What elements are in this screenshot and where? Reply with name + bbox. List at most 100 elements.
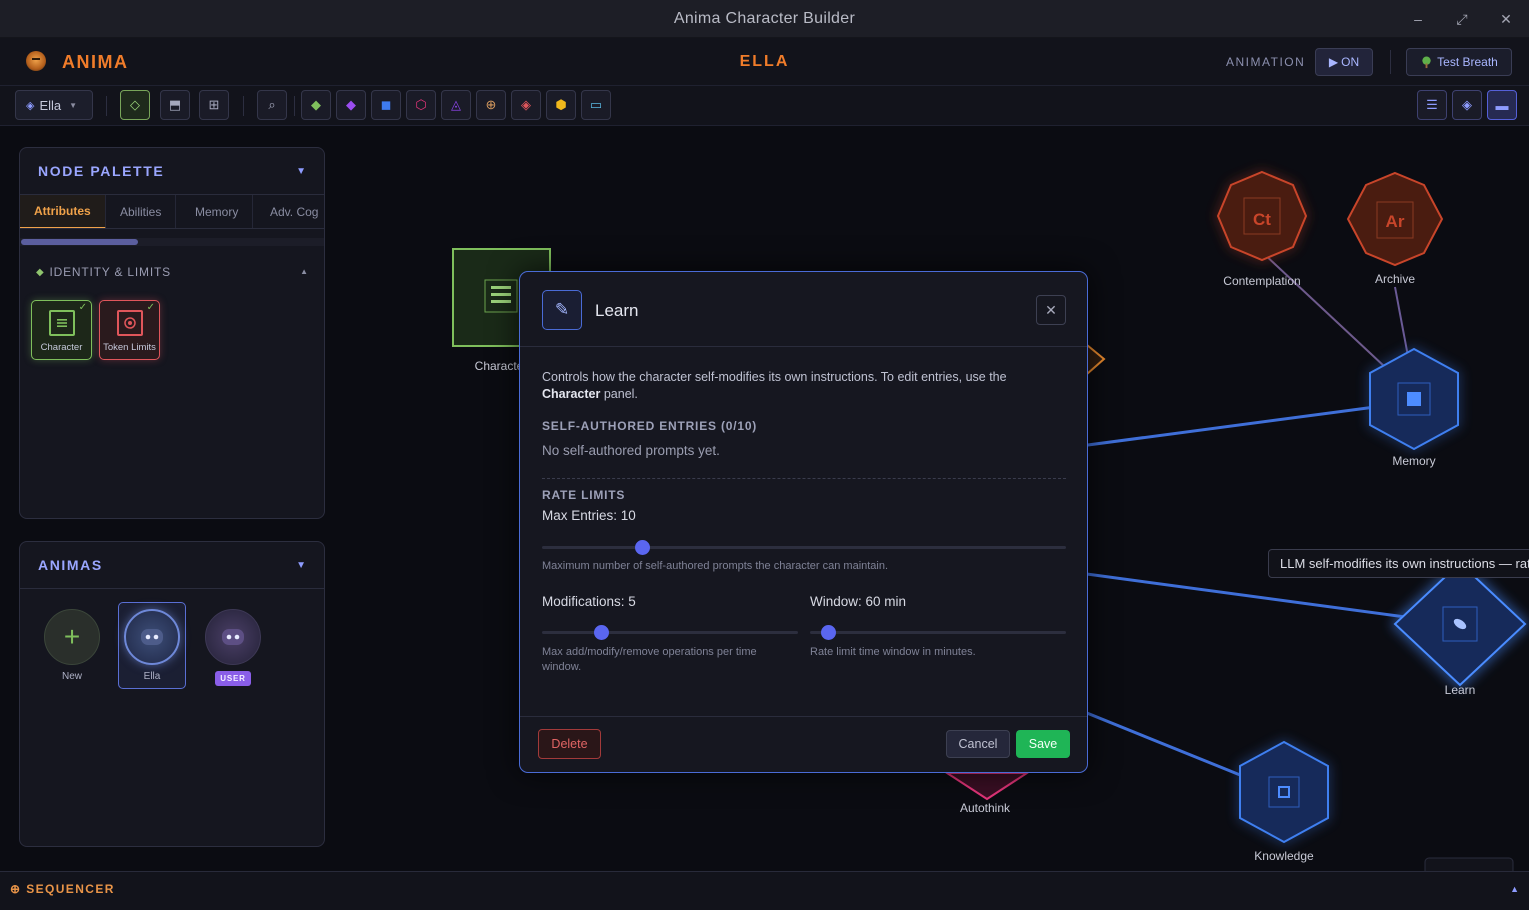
modifications-slider[interactable] [542,625,798,640]
anima-select[interactable]: ◈ Ella ▼ [15,90,93,120]
tree-icon [1422,55,1431,68]
purple-triangle-icon[interactable]: ◬ [441,90,471,120]
chevron-up-icon[interactable]: ▲ [300,267,308,276]
canvas-node-learn[interactable] [1391,559,1529,689]
user-badge: USER [215,671,251,686]
section-title: IDENTITY & LIMITS [49,265,171,279]
app-header: ANIMA ELLA ANIMATION ▶ ON Test Breath [0,38,1529,86]
scrollbar-thumb[interactable] [21,239,138,245]
crosshair-icon: ⊕ [10,882,27,896]
panel-title: ANIMAS [38,557,103,573]
max-entries-slider[interactable] [542,540,1066,555]
test-breath-label: Test Breath [1437,55,1498,69]
node-tooltip: LLM self-modifies its own instructions —… [1268,549,1529,578]
panel-icon[interactable]: ⬒ [160,90,190,120]
modifications-label: Modifications: 5 [542,594,636,609]
minimize-panel-icon[interactable]: ▬ [1487,90,1517,120]
canvas-node-archive[interactable]: Ar [1346,171,1444,267]
chevron-down-icon[interactable]: ▼ [296,560,306,571]
blue-square-icon[interactable]: ◼ [371,90,401,120]
canvas-node-knowledge[interactable] [1238,740,1330,844]
divider [520,346,1087,347]
window-slider[interactable] [810,625,1066,640]
check-icon: ✓ [78,302,87,313]
anima-ella[interactable]: Ella [119,609,185,682]
contemplation-glyph: Ct [1253,210,1271,229]
window-title: Anima Character Builder [673,9,856,27]
tab-attributes[interactable]: Attributes [20,195,106,228]
green-diamond-icon[interactable]: ◆ [301,90,331,120]
diamond-icon: ◈ [26,99,35,112]
character-panel-ref: Character [542,387,601,401]
character-node-icon [48,310,75,336]
delete-button[interactable]: Delete [538,729,601,759]
canvas-node-contemplation[interactable]: Ct [1216,170,1308,262]
test-breath-button[interactable]: Test Breath [1406,48,1512,76]
animation-toggle-button[interactable]: ▶ ON [1315,48,1373,76]
laptop-icon[interactable]: ▭ [581,90,611,120]
animas-panel: ANIMAS ▼ + New Ella USER [19,541,325,847]
close-window-icon[interactable]: ✕ [1484,0,1528,38]
canvas-node-label: Memory [1392,454,1436,468]
avatar [205,609,261,665]
pencil-icon: ✎ [542,290,582,330]
sequencer-label: SEQUENCER [26,882,115,896]
divider [20,588,324,589]
modal-title: Learn [595,301,639,320]
anima-user[interactable]: USER [200,609,266,686]
header-divider [1390,50,1391,74]
dashed-divider [542,478,1066,479]
minimize-icon[interactable]: – [1396,0,1440,38]
learn-modal: ✎ Learn ✕ Controls how the character sel… [519,271,1088,773]
tabs-scrollbar[interactable] [20,238,324,246]
window-titlebar: Anima Character Builder – ⤢ ✕ [0,0,1529,38]
canvas-node-orange[interactable] [1086,342,1106,377]
grid-icon[interactable]: ⊞ [199,90,229,120]
purple-diamond-icon[interactable]: ◆ [336,90,366,120]
section-header[interactable]: ◆ IDENTITY & LIMITS [36,265,171,279]
chevron-down-icon: ▼ [69,100,78,110]
pink-hexagon-icon[interactable]: ⬡ [406,90,436,120]
sequencer-bar[interactable]: ⊕ SEQUENCER ▲ [0,871,1529,910]
red-diamond-icon[interactable]: ◈ [511,90,541,120]
chevron-up-icon[interactable]: ▲ [1510,884,1519,894]
tab-abilities[interactable]: Abilities [106,195,177,228]
description-text: Controls how the character self-modifies… [542,370,1007,384]
maximize-icon[interactable]: ⤢ [1440,0,1484,38]
close-icon[interactable]: ✕ [1036,295,1066,325]
chevron-down-icon[interactable]: ▼ [296,166,306,177]
canvas-corner-button[interactable] [1424,857,1514,871]
crosshair-icon[interactable]: ⊕ [476,90,506,120]
plus-icon: + [44,609,100,665]
toolbar-divider [106,96,107,116]
palette-node-token-limits[interactable]: ✓ Token Limits [99,300,160,360]
avatar [124,609,180,665]
tab-adv-cog[interactable]: Adv. Cog [256,195,324,228]
archive-glyph: Ar [1386,212,1405,231]
list-icon[interactable]: ☰ [1417,90,1447,120]
check-icon: ✓ [146,302,155,313]
palette-node-character[interactable]: ✓ Character [31,300,92,360]
slider-thumb[interactable] [634,540,650,555]
diamond-icon[interactable]: ◈ [1452,90,1482,120]
entries-heading: SELF-AUTHORED ENTRIES (0/10) [542,419,758,433]
tab-memory[interactable]: Memory [181,195,254,228]
cancel-button[interactable]: Cancel [946,730,1010,758]
sequencer-title: ⊕ SEQUENCER [10,882,115,896]
anima-label: New [61,671,82,682]
yellow-hexagon-icon[interactable]: ⬢ [546,90,576,120]
canvas-node-autothink[interactable] [943,772,1031,801]
diamond-outline-icon[interactable]: ◇ [120,90,150,120]
save-button[interactable]: Save [1016,730,1070,758]
slider-thumb[interactable] [820,625,836,640]
diamond-icon: ◆ [36,266,45,278]
slider-thumb[interactable] [593,625,609,640]
search-icon[interactable]: ⌕ [257,90,287,120]
anima-select-value: Ella [39,97,62,113]
new-anima-button[interactable]: + New [39,609,105,682]
canvas-node-label: Contemplation [1223,274,1301,288]
toolbar-divider [243,96,244,116]
token-limits-node-icon [116,310,143,336]
toolbar-divider [294,96,295,116]
max-entries-label: Max Entries: 10 [542,508,636,523]
